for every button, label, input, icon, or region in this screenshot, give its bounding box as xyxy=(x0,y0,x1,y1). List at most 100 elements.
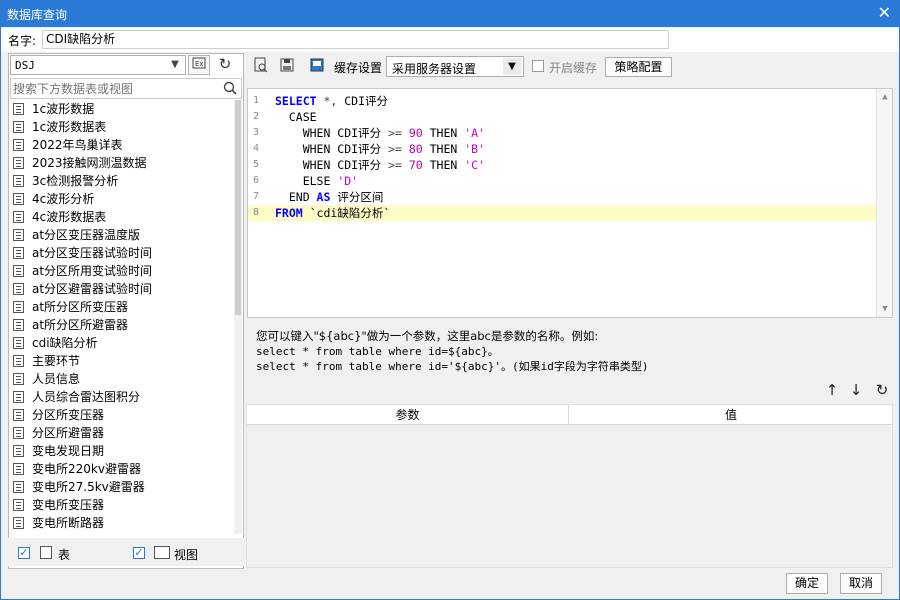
table-list-item[interactable]: 3c检测报警分析 xyxy=(10,172,232,190)
table-list-item[interactable]: 变电所断路器 xyxy=(10,514,232,532)
refresh-params-icon[interactable]: ↻ xyxy=(873,381,891,399)
table-name: 1c波形数据 xyxy=(32,102,95,116)
database-select[interactable]: DSJ ▼ xyxy=(10,55,186,75)
table-list-item[interactable]: 变电所220kv避雷器 xyxy=(10,460,232,478)
table-list-item[interactable]: cdi缺陷分析 xyxy=(10,334,232,352)
cache-mode-value: 采用服务器设置 xyxy=(392,62,477,76)
table-list-item[interactable]: 1c波形数据表 xyxy=(10,118,232,136)
table-search[interactable] xyxy=(10,78,242,99)
table-list-item[interactable]: at所分区所变压器 xyxy=(10,298,232,316)
code-token: WHEN CDI评分 xyxy=(275,126,389,140)
close-icon[interactable]: ✕ xyxy=(878,4,891,22)
line-number: 2 xyxy=(253,111,260,122)
enable-cache-checkbox[interactable] xyxy=(532,60,544,72)
table-list-item[interactable]: 主要环节 xyxy=(10,352,232,370)
code-token: 'C' xyxy=(464,158,485,172)
cache-mode-select[interactable]: 采用服务器设置 ▼ xyxy=(386,56,524,77)
preview-icon[interactable] xyxy=(251,57,271,77)
code-line[interactable]: 8 FROM `cdi缺陷分析` xyxy=(248,205,876,221)
table-search-input[interactable] xyxy=(13,80,213,97)
table-list-item[interactable]: at分区所用变试验时间 xyxy=(10,262,232,280)
code-line[interactable]: 1 SELECT *, CDI评分 xyxy=(248,93,876,109)
table-name: at分区避雷器试验时间 xyxy=(32,282,153,296)
table-list-item[interactable]: at分区避雷器试验时间 xyxy=(10,280,232,298)
view-filter-checkbox[interactable]: ✓ xyxy=(133,547,145,559)
table-list-item[interactable]: 1c波形数据 xyxy=(10,100,232,118)
table-icon xyxy=(13,355,24,367)
table-list-item[interactable]: at分区变压器试验时间 xyxy=(10,244,232,262)
scroll-down-icon[interactable]: ▼ xyxy=(880,304,890,314)
chevron-down-icon[interactable]: ▼ xyxy=(503,58,521,75)
code-line[interactable]: 4 WHEN CDI评分 >= 80 THEN 'B' xyxy=(248,141,876,157)
table-icon xyxy=(13,445,24,457)
table-icon xyxy=(13,229,24,241)
arrow-up-icon[interactable]: ↑ xyxy=(823,381,841,399)
sql-preview-icon[interactable]: Ex xyxy=(188,55,210,75)
table-list-scrollbar[interactable] xyxy=(234,100,242,534)
name-input[interactable]: CDI缺陷分析 xyxy=(42,30,669,49)
table-list-item[interactable]: 变电所27.5kv避雷器 xyxy=(10,478,232,496)
parameter-table-header: 参数 值 xyxy=(247,405,892,425)
table-name: 2022年鸟巢详表 xyxy=(32,138,123,152)
table-list-item[interactable]: 分区所避雷器 xyxy=(10,424,232,442)
save-icon[interactable] xyxy=(277,57,297,77)
line-number: 3 xyxy=(253,127,260,138)
table-name: 变电所220kv避雷器 xyxy=(32,462,141,476)
code-token: WHEN CDI评分 xyxy=(275,158,389,172)
line-number: 8 xyxy=(253,207,260,218)
table-icon xyxy=(13,157,24,169)
table-name: at分区变压器试验时间 xyxy=(32,246,153,260)
name-label: 名字: xyxy=(8,34,37,48)
refresh-icon[interactable]: ↻ xyxy=(214,55,236,75)
table-name: 4c波形分析 xyxy=(32,192,95,206)
code-token: CDI评分 xyxy=(344,94,389,108)
code-token: 'B' xyxy=(464,142,485,156)
chevron-down-icon[interactable]: ▼ xyxy=(167,57,183,73)
code-token: `cdi缺陷分析` xyxy=(302,206,391,220)
editor-scrollbar[interactable]: ▲ ▼ xyxy=(876,89,892,317)
code-text: SELECT *, CDI评分 xyxy=(275,93,388,109)
table-name: 变电所断路器 xyxy=(32,516,105,530)
code-line[interactable]: 3 WHEN CDI评分 >= 90 THEN 'A' xyxy=(248,125,876,141)
dialog-button-bar: 确定 取消 xyxy=(1,571,899,599)
code-token: 70 xyxy=(408,158,423,172)
table-list-item[interactable]: 变电所变压器 xyxy=(10,496,232,514)
sql-editor[interactable]: 1 SELECT *, CDI评分 2 CASE 3 WHEN CDI评分 >= 90… xyxy=(247,88,893,318)
scrollbar-thumb[interactable] xyxy=(235,100,241,315)
table-icon xyxy=(13,121,24,133)
code-line[interactable]: 6 ELSE 'D' xyxy=(248,173,876,189)
table-list-item[interactable]: 人员信息 xyxy=(10,370,232,388)
arrow-down-icon[interactable]: ↓ xyxy=(847,381,865,399)
table-list-item[interactable]: 4c波形数据表 xyxy=(10,208,232,226)
code-token: >= xyxy=(388,142,402,156)
table-icon xyxy=(13,265,24,277)
column-header-param[interactable]: 参数 xyxy=(247,405,569,425)
column-header-value[interactable]: 值 xyxy=(570,405,892,425)
search-icon[interactable] xyxy=(223,81,237,95)
table-filter-checkbox[interactable]: ✓ xyxy=(18,547,30,559)
table-list-item[interactable]: 4c波形分析 xyxy=(10,190,232,208)
scroll-up-icon[interactable]: ▲ xyxy=(880,92,890,102)
table-name: cdi缺陷分析 xyxy=(32,336,98,350)
table-list-item[interactable]: 变电所高压电缆 xyxy=(10,532,232,534)
code-token: THEN xyxy=(422,126,465,140)
cancel-button[interactable]: 取消 xyxy=(840,573,882,594)
table-list-item[interactable]: 分区所变压器 xyxy=(10,406,232,424)
table-browser: DSJ ▼ Ex ↻ 1c波形数据 1c波形数据表 2022年鸟巢详表 2023接触网… xyxy=(8,53,244,569)
line-number: 5 xyxy=(253,159,260,170)
table-list-item[interactable]: at所分区所避雷器 xyxy=(10,316,232,334)
table-list-item[interactable]: 人员综合雷达图积分 xyxy=(10,388,232,406)
table-list-item[interactable]: 变电发现日期 xyxy=(10,442,232,460)
code-line[interactable]: 5 WHEN CDI评分 >= 70 THEN 'C' xyxy=(248,157,876,173)
table-list-item[interactable]: 2023接触网测温数据 xyxy=(10,154,232,172)
table-name: 变电发现日期 xyxy=(32,444,105,458)
strategy-config-button[interactable]: 策略配置 xyxy=(605,57,672,77)
code-line[interactable]: 7 END AS 评分区间 xyxy=(248,189,876,205)
table-list-item[interactable]: 2022年鸟巢详表 xyxy=(10,136,232,154)
code-line[interactable]: 2 CASE xyxy=(248,109,876,125)
enable-cache-label: 开启缓存 xyxy=(549,61,598,75)
table-list-item[interactable]: at分区变压器温度版 xyxy=(10,226,232,244)
table-list: 1c波形数据 1c波形数据表 2022年鸟巢详表 2023接触网测温数据 3c检测报警分… xyxy=(10,100,232,534)
ok-button[interactable]: 确定 xyxy=(786,573,828,594)
